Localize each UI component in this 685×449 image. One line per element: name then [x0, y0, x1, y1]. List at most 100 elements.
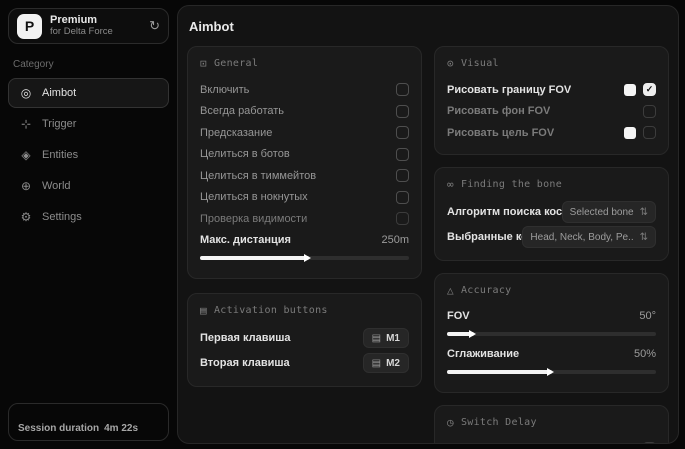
setting-label: Предсказание [200, 126, 273, 139]
setting-label: Рисовать цель FOV [447, 126, 555, 139]
setting-label: FOV [447, 310, 470, 323]
sidebar-item-label: Aimbot [42, 87, 77, 99]
aim-knocked-checkbox[interactable] [396, 190, 409, 204]
setting-label: Всегда работать [200, 105, 285, 118]
trigger-icon: ⊹ [20, 117, 32, 131]
sidebar: P Premium for Delta Force ↻ Category ◎ A… [0, 0, 177, 449]
setting-label: Вторая клавиша [200, 357, 290, 369]
select-value: Head, Neck, Body, Pe.. [530, 231, 634, 243]
aim-teammates-checkbox[interactable] [396, 169, 409, 183]
slider-fill [447, 329, 477, 338]
smoothing-value: 50% [633, 348, 656, 361]
always-work-checkbox[interactable] [396, 104, 409, 118]
setting-row: Всегда работать [200, 101, 409, 123]
setting-row: Включить [200, 79, 409, 101]
fov-value: 50° [639, 310, 656, 323]
setting-row: FOV 50° [447, 306, 656, 328]
activation-card-title: Activation buttons [213, 304, 328, 316]
visual-card: ⊙ Visual Рисовать границу FOV ✓ Рисовать… [434, 46, 669, 155]
sidebar-item-label: World [42, 180, 71, 192]
setting-row: Рисовать фон FOV [447, 101, 656, 123]
slider-fill [200, 253, 311, 262]
fov-target-color-swatch[interactable] [624, 126, 636, 139]
bone-card-header: ∞ Finding the bone [447, 178, 656, 191]
setting-row: Задержка переключения [447, 438, 656, 443]
setting-label: Макс. дистанция [200, 234, 291, 247]
setting-label: Рисовать фон FOV [447, 105, 551, 118]
globe-icon: ⊕ [20, 179, 32, 193]
setting-label: Задержка переключения [447, 442, 574, 443]
crosshair-icon: ◎ [20, 86, 32, 100]
license-text: Premium for Delta Force [50, 14, 141, 38]
license-subtitle: for Delta Force [50, 25, 113, 37]
sync-icon[interactable]: ↻ [149, 18, 160, 34]
setting-row: Макс. дистанция 250m [200, 230, 409, 252]
sidebar-item-settings[interactable]: ⚙ Settings [8, 202, 169, 232]
visual-card-header: ⊙ Visual [447, 57, 656, 70]
setting-row: Рисовать цель FOV [447, 122, 656, 144]
general-card: ⊡ General Включить Всегда работать Предс… [187, 46, 422, 279]
sidebar-item-trigger[interactable]: ⊹ Trigger [8, 109, 169, 139]
gear-icon: ⚙ [20, 210, 32, 224]
general-card-title: General [213, 58, 259, 69]
draw-fov-border-checkbox[interactable]: ✓ [643, 83, 656, 97]
sidebar-item-label: Settings [42, 211, 82, 223]
visual-card-title: Visual [460, 58, 499, 69]
sidebar-item-entities[interactable]: ◈ Entities [8, 140, 169, 170]
sidebar-item-world[interactable]: ⊕ World [8, 171, 169, 201]
bone-icon: ∞ [447, 177, 454, 191]
fov-slider[interactable] [447, 329, 656, 338]
slider-thumb[interactable] [303, 253, 311, 262]
main-panel: Aimbot ⊡ General Включить Всегда работат… [177, 5, 679, 444]
keyboard-icon: ▤ [200, 303, 207, 317]
app-logo: P [17, 13, 42, 39]
max-distance-value: 250m [381, 234, 409, 247]
setting-row: Рисовать границу FOV ✓ [447, 79, 656, 101]
keyboard-icon: ▤ [371, 332, 382, 344]
row-controls [624, 126, 656, 140]
setting-row: Предсказание [200, 122, 409, 144]
bone-card-title: Finding the bone [460, 178, 563, 190]
setting-label: Выбранные кости [447, 231, 522, 243]
category-label: Category [13, 59, 54, 70]
activation-buttons-card: ▤ Activation buttons Первая клавиша ▤ M1… [187, 292, 422, 387]
setting-label: Целиться в ботов [200, 148, 290, 161]
fov-border-color-swatch[interactable] [624, 83, 636, 96]
general-card-header: ⊡ General [200, 57, 409, 70]
slider-thumb[interactable] [469, 329, 477, 338]
finding-bone-card: ∞ Finding the bone Алгоритм поиска косте… [434, 166, 669, 261]
row-controls: ✓ [624, 83, 656, 97]
switch-delay-card-header: ◷ Switch Delay [447, 416, 656, 429]
prediction-checkbox[interactable] [396, 126, 409, 140]
setting-label: Рисовать границу FOV [447, 83, 572, 96]
draw-fov-target-checkbox[interactable] [643, 126, 656, 140]
selected-bones-select[interactable]: Head, Neck, Body, Pe.. ⇅ [522, 226, 656, 248]
first-key-button[interactable]: ▤ M1 [362, 328, 409, 348]
visibility-check-checkbox[interactable] [396, 212, 409, 226]
setting-row: Проверка видимости [200, 208, 409, 230]
switch-delay-card: ◷ Switch Delay Задержка переключения Зад… [434, 404, 669, 443]
setting-row: Алгоритм поиска костей Selected bone ⇅ [447, 200, 656, 225]
sidebar-item-aimbot[interactable]: ◎ Aimbot [8, 78, 169, 108]
enable-checkbox[interactable] [396, 83, 409, 97]
check-icon: ✓ [645, 84, 654, 95]
left-column: ⊡ General Включить Всегда работать Предс… [187, 46, 422, 387]
app-window: P Premium for Delta Force ↻ Category ◎ A… [0, 0, 685, 449]
bone-algorithm-select[interactable]: Selected bone ⇅ [561, 201, 656, 223]
setting-row: Сглаживание 50% [447, 344, 656, 366]
setting-label: Включить [200, 83, 250, 96]
setting-row: Целиться в нокнутых [200, 187, 409, 209]
switch-delay-checkbox[interactable] [643, 441, 656, 443]
entities-icon: ◈ [21, 148, 31, 162]
license-title: Premium [50, 14, 98, 27]
aim-bots-checkbox[interactable] [396, 147, 409, 161]
slider-fill [447, 367, 554, 376]
slider-thumb[interactable] [546, 367, 554, 376]
eye-icon: ⊙ [447, 57, 454, 70]
smoothing-slider[interactable] [447, 367, 656, 376]
draw-fov-background-checkbox[interactable] [643, 104, 656, 118]
max-distance-slider[interactable] [200, 253, 409, 262]
session-duration-card: Session duration 4m 22s [8, 403, 169, 441]
page-title: Aimbot [189, 19, 234, 34]
second-key-button[interactable]: ▤ M2 [362, 353, 409, 373]
